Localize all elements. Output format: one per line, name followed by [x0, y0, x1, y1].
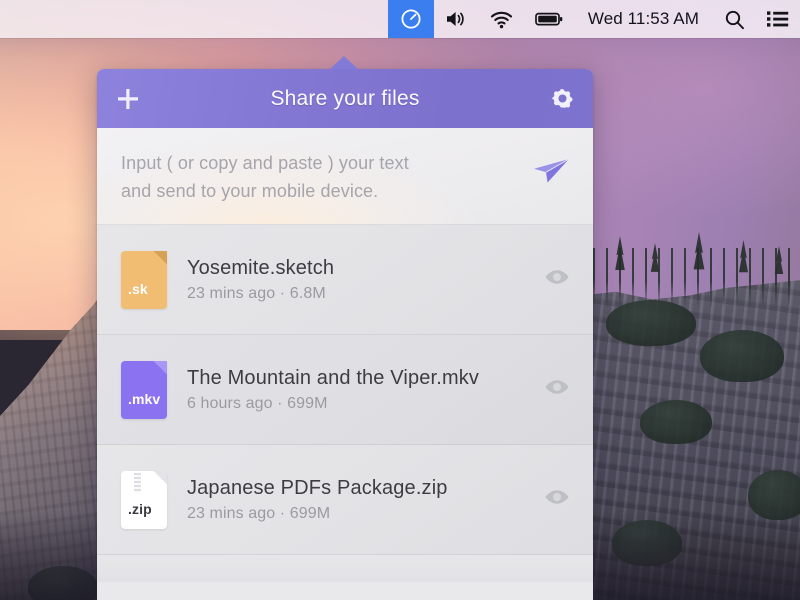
menu-bar: Wed 11:53 AM [0, 0, 800, 38]
file-name: Yosemite.sketch [187, 256, 335, 279]
popover-body: Share your files Input ( or copy and pas… [97, 69, 593, 600]
file-corner-fold [153, 470, 167, 485]
gauge-icon [401, 9, 421, 29]
foliage-patch [606, 300, 696, 346]
share-files-popover: Share your files Input ( or copy and pas… [97, 56, 593, 600]
paper-plane-icon [534, 158, 570, 183]
zipper-strip [134, 472, 141, 493]
eye-icon [545, 270, 569, 284]
file-type-icon: .mkv [121, 360, 167, 419]
menubar-item-volume[interactable] [434, 0, 479, 38]
plus-icon [118, 88, 138, 109]
input-placeholder-line2: and send to your mobile device. [121, 180, 379, 201]
add-file-button[interactable] [115, 86, 141, 112]
file-extension-label: .zip [128, 500, 152, 517]
wifi-icon [490, 11, 512, 28]
input-placeholder: Input ( or copy and paste ) your text an… [121, 150, 409, 206]
file-type-icon: .zip [121, 470, 167, 529]
eye-icon [545, 490, 569, 504]
speaker-icon [446, 12, 464, 26]
input-placeholder-line1: Input ( or copy and paste ) your text [121, 153, 409, 173]
shared-files-list: .sk Yosemite.sketch 23 mins ago · 6.8M .mkv… [97, 225, 593, 582]
file-corner-fold [153, 360, 167, 375]
popover-header: Share your files [97, 69, 593, 128]
file-meta: 23 mins ago · 699M [187, 504, 331, 522]
send-button[interactable] [531, 156, 571, 191]
popover-title: Share your files [270, 86, 420, 110]
foliage-patch [700, 330, 784, 382]
menubar-clock[interactable]: Wed 11:53 AM [574, 9, 713, 29]
file-name: Japanese PDFs Package.zip [187, 476, 448, 499]
foliage-patch [640, 400, 712, 444]
file-name: The Mountain and the Viper.mkv [187, 366, 480, 389]
file-meta: 23 mins ago · 6.8M [187, 284, 326, 302]
list-icon [767, 11, 789, 27]
file-meta: 6 hours ago · 699M [187, 394, 328, 412]
menubar-item-battery[interactable] [524, 0, 574, 38]
search-icon [725, 10, 744, 29]
file-corner-fold [153, 250, 167, 265]
file-row[interactable]: .sk Yosemite.sketch 23 mins ago · 6.8M [97, 225, 593, 335]
eye-icon [545, 380, 569, 394]
file-info: Yosemite.sketch 23 mins ago · 6.8M [187, 257, 531, 303]
file-row-partial[interactable] [97, 555, 593, 582]
file-extension-label: .sk [128, 280, 148, 297]
file-row[interactable]: .zip Japanese PDFs Package.zip 23 mins ago… [97, 445, 593, 555]
popover-pointer-arrow [329, 56, 359, 70]
menubar-item-app-status[interactable] [387, 0, 434, 38]
file-row[interactable]: .mkv The Mountain and the Viper.mkv 6 hour… [97, 335, 593, 445]
settings-button[interactable] [550, 86, 575, 111]
preview-button[interactable] [543, 267, 571, 292]
menubar-item-notification-center[interactable] [756, 0, 800, 38]
text-share-input-area[interactable]: Input ( or copy and paste ) your text an… [97, 128, 593, 225]
menubar-item-spotlight[interactable] [713, 0, 756, 38]
preview-button[interactable] [543, 487, 571, 512]
battery-icon [535, 12, 563, 26]
gear-icon [551, 89, 573, 108]
menubar-item-wifi[interactable] [479, 0, 524, 38]
file-extension-label: .mkv [128, 390, 161, 407]
file-info: Japanese PDFs Package.zip 23 mins ago · 6… [187, 477, 531, 523]
file-type-icon: .sk [121, 250, 167, 309]
file-info: The Mountain and the Viper.mkv 6 hours ag… [187, 367, 531, 413]
preview-button[interactable] [543, 377, 571, 402]
